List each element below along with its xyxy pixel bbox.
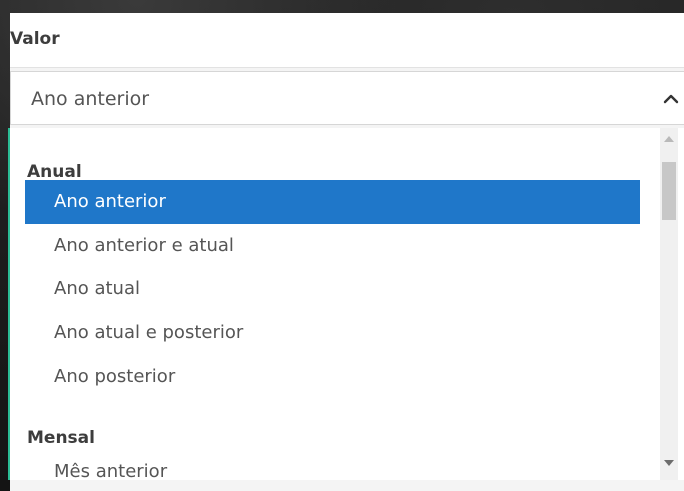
- option-ano-atual-e-posterior[interactable]: Ano atual e posterior: [25, 311, 640, 355]
- scroll-up-arrow-icon[interactable]: [664, 136, 674, 142]
- group-label-mensal: Mensal: [27, 428, 95, 448]
- dropdown-scrollbar[interactable]: [660, 128, 678, 480]
- option-ano-atual[interactable]: Ano atual: [25, 267, 640, 311]
- select-current-value: Ano anterior: [31, 88, 150, 110]
- chevron-up-icon[interactable]: [661, 89, 681, 109]
- option-ano-anterior-e-atual[interactable]: Ano anterior e atual: [25, 224, 640, 268]
- value-select[interactable]: Ano anterior: [10, 71, 684, 125]
- option-ano-anterior[interactable]: Ano anterior: [25, 180, 640, 224]
- scroll-thumb[interactable]: [662, 162, 676, 220]
- scroll-down-arrow-icon[interactable]: [664, 460, 674, 466]
- dropdown-list[interactable]: Anual Ano anterior Ano anterior e atual …: [8, 128, 684, 480]
- option-mes-anterior[interactable]: Mês anterior: [25, 450, 640, 480]
- group-label-anual: Anual: [27, 162, 82, 182]
- panel-title: Valor: [10, 29, 60, 49]
- option-ano-posterior[interactable]: Ano posterior: [25, 355, 640, 399]
- panel-header: Valor: [10, 13, 684, 68]
